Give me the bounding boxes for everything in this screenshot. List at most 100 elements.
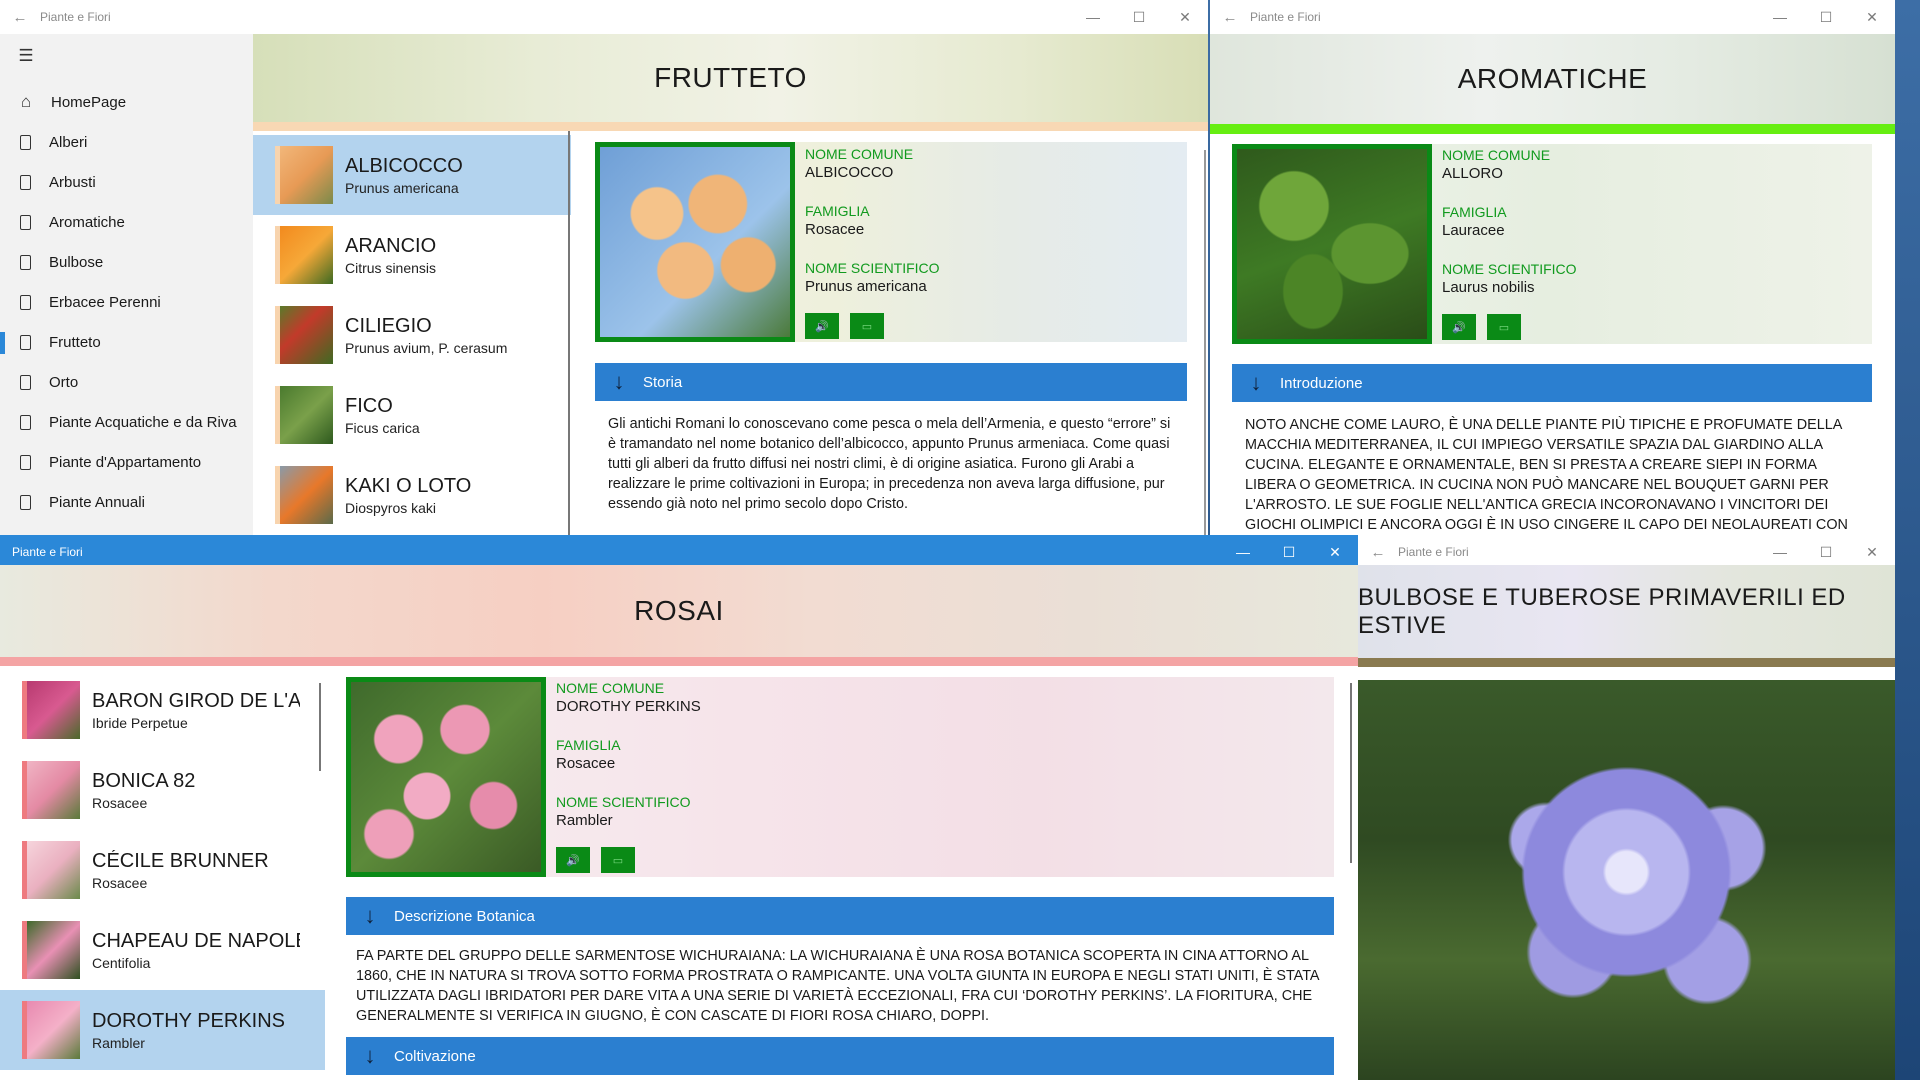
list-item[interactable]: ARANCIO Citrus sinensis [253,215,571,295]
plant-name: FICO [345,394,393,417]
list-item[interactable]: CÉCILE BRUNNER Rosacee [0,830,325,910]
plant-name: BONICA 82 [92,769,196,792]
nav-item-piante-annuali[interactable]: Piante Annuali [0,482,253,522]
section-introduzione[interactable]: ↓ Introduzione [1232,364,1872,402]
video-icon[interactable]: ▭ [1487,314,1521,340]
nav-item-label: Piante Acquatiche e da Riva [49,413,237,431]
back-arrow-icon[interactable]: ← [1210,0,1250,34]
list-item[interactable]: ALBICOCCO Prunus americana [253,135,571,215]
list-item[interactable]: DOROTHY PERKINS Rambler [0,990,325,1070]
plant-thumbnail [275,306,333,364]
window-title: Piante e Fiori [12,545,83,559]
minimize-icon[interactable]: — [1070,0,1116,34]
nav-item-erbacee-perenni[interactable]: Erbacee Perenni [0,282,253,322]
list-item[interactable]: BONICA 82 Rosacee [0,750,325,830]
list-scrollbar[interactable] [568,131,570,535]
page-title: FRUTTETO [654,62,807,93]
speaker-icon[interactable]: 🔊 [556,847,590,873]
value-famiglia: Rosacee [556,755,616,772]
speaker-icon[interactable]: 🔊 [1442,314,1476,340]
label-nome-scientifico: NOME SCIENTIFICO [805,260,940,276]
nav-item-orto[interactable]: Orto [0,362,253,402]
nav-item-label: Bulbose [49,253,104,271]
section-storia[interactable]: ↓ Storia [595,363,1187,401]
maximize-icon[interactable]: ☐ [1116,0,1162,34]
window-frutteto: ← Piante e Fiori — ☐ ✕ ☰ ⌂ HomePage Alberi… [0,0,1208,535]
plant-name: DOROTHY PERKINS [92,1009,285,1032]
value-nome-comune: ALLORO [1442,165,1503,182]
titlebar[interactable]: ← Piante e Fiori — ☐ ✕ [1210,0,1895,34]
header-accent-bar [253,122,1208,131]
nav-item-piante-d-appartamento[interactable]: Piante d'Appartamento [0,442,253,482]
titlebar[interactable]: ← Piante e Fiori — ☐ ✕ [0,0,1208,34]
maximize-icon[interactable]: ☐ [1803,0,1849,34]
close-icon[interactable]: ✕ [1312,535,1358,569]
list-item[interactable]: BARON GIROD DE L'AIN Ibride Perpetue [0,670,325,750]
page-icon [20,414,31,430]
list-scrollbar[interactable] [319,683,321,771]
value-nome-scientifico: Rambler [556,812,613,829]
close-icon[interactable]: ✕ [1849,535,1895,569]
maximize-icon[interactable]: ☐ [1266,535,1312,569]
list-item[interactable]: CILIEGIO Prunus avium, P. cerasum [253,295,571,375]
plant-fields: NOME COMUNE DOROTHY PERKINS FAMIGLIA Ros… [556,680,701,829]
minimize-icon[interactable]: — [1220,535,1266,569]
speaker-icon[interactable]: 🔊 [805,313,839,339]
down-arrow-icon: ↓ [364,903,376,928]
back-arrow-icon[interactable]: ← [1358,535,1398,569]
list-item[interactable]: CHAPEAU DE NAPOLÉON Centifolia [0,910,325,990]
plant-list: BARON GIROD DE L'AIN Ibride Perpetue BONIC… [0,666,325,1080]
minimize-icon[interactable]: — [1757,535,1803,569]
nav-item-homepage[interactable]: ⌂ HomePage [0,82,253,122]
video-icon[interactable]: ▭ [601,847,635,873]
close-icon[interactable]: ✕ [1162,0,1208,34]
plant-thumbnail [22,1001,80,1059]
back-arrow-icon[interactable]: ← [0,0,40,34]
page-icon [20,214,31,230]
value-nome-scientifico: Prunus americana [805,278,927,295]
window-bulbose: ← Piante e Fiori — ☐ ✕ BULBOSE E TUBEROS… [1358,535,1895,1080]
page-icon [20,134,31,150]
window-aromatiche: ← Piante e Fiori — ☐ ✕ AROMATICHE NOME C… [1210,0,1895,535]
detail-scrollbar[interactable] [1204,150,1206,535]
list-item[interactable]: FICO Ficus carica [253,375,571,455]
section-title: Introduzione [1280,374,1363,392]
nav-item-piante-acquatiche-e-da-riva[interactable]: Piante Acquatiche e da Riva [0,402,253,442]
video-icon[interactable]: ▭ [850,313,884,339]
nav-item-alberi[interactable]: Alberi [0,122,253,162]
label-nome-scientifico: NOME SCIENTIFICO [556,794,691,810]
window-title: Piante e Fiori [40,10,111,24]
window-rosai: Piante e Fiori — ☐ ✕ ROSAI BARON GIROD D… [0,535,1358,1080]
nav-item-bulbose[interactable]: Bulbose [0,242,253,282]
titlebar[interactable]: Piante e Fiori — ☐ ✕ [0,535,1358,569]
minimize-icon[interactable]: — [1757,0,1803,34]
maximize-icon[interactable]: ☐ [1803,535,1849,569]
hamburger-icon[interactable]: ☰ [0,36,253,76]
detail-scrollbar[interactable] [1350,683,1352,863]
list-item[interactable]: KAKI O LOTO Diospyros kaki [253,455,571,535]
plant-subtitle: Prunus avium, P. cerasum [345,339,508,356]
nav-item-label: Alberi [49,133,88,151]
plant-list: ALBICOCCO Prunus americana ARANCIO Citrus s… [253,131,571,535]
page-icon [20,174,31,190]
titlebar[interactable]: ← Piante e Fiori — ☐ ✕ [1358,535,1895,569]
value-nome-scientifico: Laurus nobilis [1442,279,1535,296]
plant-thumbnail [275,226,333,284]
section-descrizione[interactable]: ↓ Descrizione Botanica [346,897,1334,935]
plant-name: CHAPEAU DE NAPOLÉON [92,929,300,952]
plant-photo [595,142,795,342]
nav-item-arbusti[interactable]: Arbusti [0,162,253,202]
page-icon [20,494,31,510]
section-text: Gli antichi Romani lo conoscevano come p… [608,416,1171,512]
plant-subtitle: Rosacee [92,874,148,891]
plant-thumbnail [22,761,80,819]
nav-item-frutteto[interactable]: Frutteto [0,322,253,362]
close-icon[interactable]: ✕ [1849,0,1895,34]
plant-thumbnail [275,386,333,444]
nav-pane: ☰ ⌂ HomePage Alberi Arbusti Aromatiche Bulbos… [0,34,253,535]
page-header: BULBOSE E TUBEROSE PRIMAVERILI ED ESTIVE [1358,565,1895,658]
nav-item-aromatiche[interactable]: Aromatiche [0,202,253,242]
label-famiglia: FAMIGLIA [556,737,621,753]
section-coltivazione[interactable]: ↓ Coltivazione [346,1037,1334,1075]
page-header: ROSAI [0,565,1358,657]
